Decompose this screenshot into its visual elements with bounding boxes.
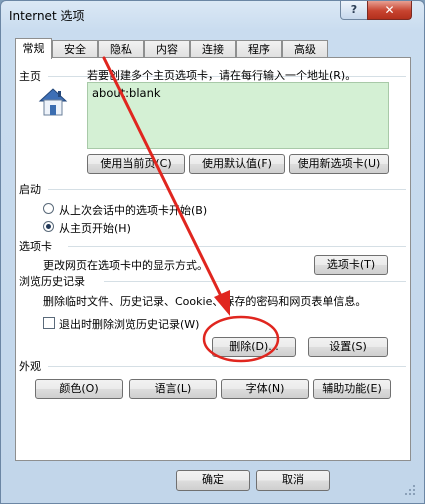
delete-button[interactable]: 删除(D)... [212, 337, 296, 357]
tabs-section-label: 选项卡 [19, 240, 52, 253]
tabs-settings-button[interactable]: 选项卡(T) [314, 255, 388, 275]
languages-button[interactable]: 语言(L) [129, 379, 217, 399]
tab-general[interactable]: 常规 [15, 38, 52, 59]
history-settings-button[interactable]: 设置(S) [308, 337, 388, 357]
delete-on-exit-checkbox[interactable] [43, 317, 55, 329]
cancel-button[interactable]: 取消 [256, 470, 330, 491]
home-icon [36, 85, 70, 119]
radio-home-page[interactable] [43, 221, 54, 232]
divider [68, 246, 406, 247]
tab-content[interactable]: 内容 [144, 40, 190, 57]
home-description: 若要创建多个主页选项卡，请在每行输入一个地址(R)。 [87, 69, 357, 82]
startup-section-label: 启动 [19, 183, 41, 196]
accessibility-button[interactable]: 辅助功能(E) [313, 379, 391, 399]
history-description: 删除临时文件、历史记录、Cookie、保存的密码和网页表单信息。 [43, 295, 367, 308]
radio-last-session-label: 从上次会话中的选项卡开始(B) [59, 204, 208, 217]
internet-options-window: Internet 选项 ? ✕ 常规 安全 隐私 内容 连接 程序 高级 主页 … [0, 0, 425, 504]
use-default-button[interactable]: 使用默认值(F) [189, 154, 285, 174]
appearance-section-label: 外观 [19, 360, 41, 373]
resize-grip-icon[interactable] [403, 483, 417, 497]
divider [48, 366, 406, 367]
radio-last-session[interactable] [43, 203, 54, 214]
tab-connections[interactable]: 连接 [190, 40, 236, 57]
general-tab-panel: 主页 若要创建多个主页选项卡，请在每行输入一个地址(R)。 about:blan… [15, 57, 411, 461]
use-new-tab-button[interactable]: 使用新选项卡(U) [289, 154, 389, 174]
fonts-button[interactable]: 字体(N) [221, 379, 309, 399]
ok-button[interactable]: 确定 [176, 470, 250, 491]
home-page-url-value: about:blank [92, 86, 161, 100]
window-title: Internet 选项 [9, 9, 85, 23]
home-page-url-field[interactable]: about:blank [87, 82, 389, 149]
tab-security[interactable]: 安全 [52, 40, 98, 57]
delete-on-exit-label: 退出时删除浏览历史记录(W) [59, 318, 200, 331]
close-button[interactable]: ✕ [367, 1, 412, 20]
help-button[interactable]: ? [340, 1, 368, 20]
colors-button[interactable]: 颜色(O) [35, 379, 123, 399]
tab-advanced[interactable]: 高级 [282, 40, 328, 57]
tabs-description: 更改网页在选项卡中的显示方式。 [43, 259, 208, 272]
home-section-label: 主页 [19, 70, 41, 83]
divider [104, 281, 406, 282]
tab-programs[interactable]: 程序 [236, 40, 282, 57]
tab-privacy[interactable]: 隐私 [98, 40, 144, 57]
history-section-label: 浏览历史记录 [19, 275, 85, 288]
divider [48, 189, 406, 190]
use-current-button[interactable]: 使用当前页(C) [87, 154, 185, 174]
radio-home-page-label: 从主页开始(H) [59, 222, 131, 235]
